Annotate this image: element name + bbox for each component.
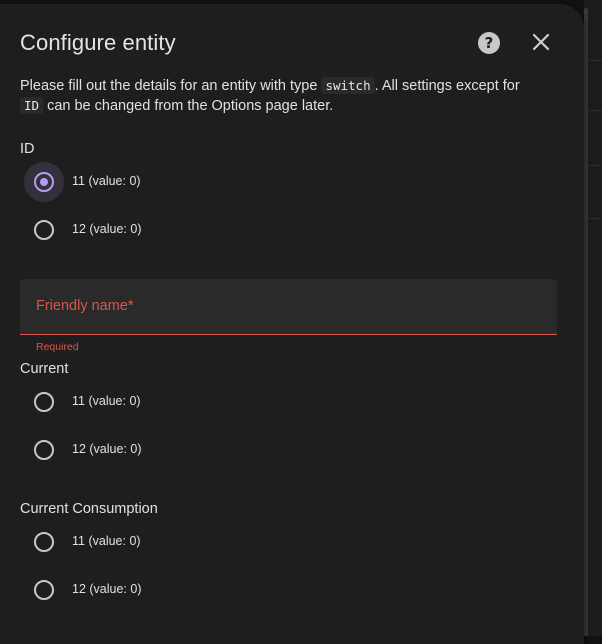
id-code: ID — [20, 97, 44, 114]
dialog-title: Configure entity — [20, 30, 176, 55]
radio-button[interactable] — [34, 440, 54, 460]
description-text: . All settings except for — [374, 78, 520, 94]
radio-button-checked[interactable] — [34, 172, 54, 192]
radio-button[interactable] — [34, 220, 54, 240]
id-label: ID — [20, 141, 35, 157]
required-helper-text: Required — [36, 341, 79, 353]
help-icon[interactable]: ? — [478, 32, 500, 54]
radio-label: 11 (value: 0) — [72, 534, 141, 548]
description-text: can be changed from the Options page lat… — [43, 98, 334, 114]
radio-label: 12 (value: 0) — [72, 222, 142, 236]
radio-label: 11 (value: 0) — [72, 394, 141, 408]
id-option-12[interactable]: 12 (value: 0) — [24, 210, 324, 250]
id-option-11[interactable]: 11 (value: 0) — [24, 162, 324, 202]
current-consumption-label: Current Consumption — [20, 501, 158, 517]
current-label: Current — [20, 361, 69, 377]
radio-button[interactable] — [34, 532, 54, 552]
configure-entity-dialog: Configure entity ? Please fill out the d… — [0, 4, 584, 644]
dialog-description: Please fill out the details for an entit… — [20, 76, 560, 116]
radio-button[interactable] — [34, 580, 54, 600]
current-consumption-option-12[interactable]: 12 (value: 0) — [24, 570, 324, 610]
description-text: Please fill out the details for an entit… — [20, 78, 322, 94]
entity-type-code: switch — [321, 77, 375, 94]
current-option-12[interactable]: 12 (value: 0) — [24, 430, 324, 470]
friendly-name-label: Friendly name* — [36, 298, 134, 314]
scrollbar[interactable] — [584, 8, 588, 636]
radio-label: 12 (value: 0) — [72, 442, 142, 456]
radio-label: 11 (value: 0) — [72, 174, 141, 188]
friendly-name-field[interactable]: Friendly name* — [20, 279, 557, 335]
current-consumption-option-11[interactable]: 11 (value: 0) — [24, 522, 324, 562]
close-icon[interactable] — [529, 30, 553, 54]
radio-button[interactable] — [34, 392, 54, 412]
current-option-11[interactable]: 11 (value: 0) — [24, 382, 324, 422]
radio-label: 12 (value: 0) — [72, 582, 142, 596]
